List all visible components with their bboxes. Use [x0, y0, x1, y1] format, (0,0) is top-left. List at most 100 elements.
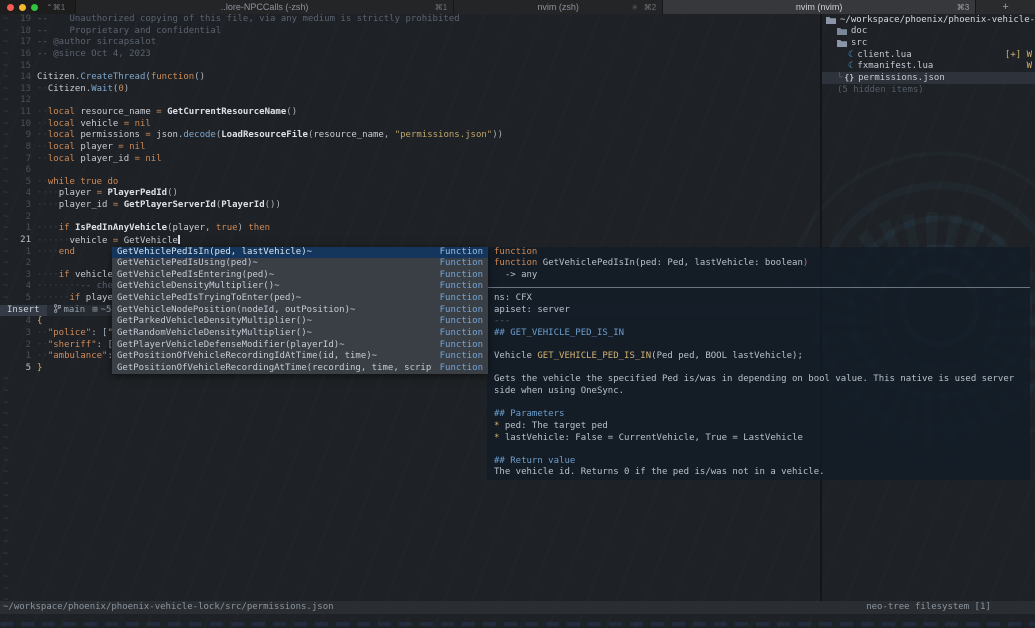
empty-line-marker: ~	[0, 491, 12, 503]
completion-item[interactable]: GetVehicleDensityMultiplier()~Function	[112, 281, 488, 293]
empty-line-marker: ~	[0, 165, 12, 177]
code-segment: local	[48, 130, 75, 140]
code-line[interactable]: ~12	[0, 95, 820, 107]
code-line[interactable]: ~10··local vehicle = nil	[0, 119, 820, 131]
new-tab-button[interactable]: +	[975, 0, 1035, 14]
code-segment: if	[59, 223, 70, 233]
completion-item[interactable]: GetPlayerVehicleDefenseModifier(playerId…	[112, 340, 488, 352]
completion-item[interactable]: GetVehiclePedIsTryingToEnter(ped)~Functi…	[112, 293, 488, 305]
completion-label: GetPositionOfVehicleRecordingAtTime(reco…	[117, 363, 432, 375]
line-text: ··local vehicle = nil	[31, 119, 820, 131]
empty-line[interactable]: ~	[0, 560, 820, 572]
code-line[interactable]: ~17-- @author sircapsalot	[0, 37, 820, 49]
code-line[interactable]: ~19-- Unauthorized copying of this file,…	[0, 14, 820, 26]
code-segment: ····	[37, 247, 59, 257]
code-line[interactable]: ~7··local player_id = nil	[0, 154, 820, 166]
code-line[interactable]: ~3····player_id = GetPlayerServerId(Play…	[0, 200, 820, 212]
code-line[interactable]: ~14Citizen.CreateThread(function()	[0, 72, 820, 84]
completion-item[interactable]: GetVehiclePedIsIn(ped, lastVehicle)~Func…	[112, 247, 488, 259]
doc-line: The vehicle id. Returns 0 if the ped is/…	[487, 467, 1030, 479]
tab-shortcut: ⌘3	[957, 3, 969, 12]
tab-nvim-nvim-active[interactable]: nvim (nvim) ⌘3	[662, 0, 975, 14]
code-line[interactable]: ~5··while true do	[0, 177, 820, 189]
code-segment: resource_name	[75, 107, 156, 117]
empty-line[interactable]: ~	[0, 526, 820, 538]
completion-item[interactable]: GetVehicleNodePosition(nodeId, outPositi…	[112, 305, 488, 317]
code-segment: nil	[129, 142, 145, 152]
tab-shortcut: ⌘2	[644, 3, 656, 12]
completion-item[interactable]: GetPositionOfVehicleRecordingIdAtTime(id…	[112, 351, 488, 363]
line-number: 21	[12, 235, 31, 247]
code-line[interactable]: ~4····player = PlayerPedId()	[0, 188, 820, 200]
completion-label: GetPositionOfVehicleRecordingIdAtTime(id…	[117, 351, 432, 363]
empty-line[interactable]: ~	[0, 584, 820, 596]
line-text	[31, 212, 820, 224]
completion-item[interactable]: GetRandomVehicleDensityMultiplier()~Func…	[112, 328, 488, 340]
empty-line[interactable]: ~	[0, 537, 820, 549]
close-window-button[interactable]	[7, 4, 14, 11]
code-line[interactable]: ~15	[0, 61, 820, 73]
code-segment: *	[494, 421, 505, 431]
empty-line[interactable]: ~	[0, 514, 820, 526]
code-segment: Citizen	[48, 84, 86, 94]
line-text: -- Proprietary and confidential	[31, 26, 820, 38]
empty-line-marker: ~	[0, 398, 12, 410]
code-segment: ····	[37, 200, 59, 210]
completion-item[interactable]: GetVehiclePedIsEntering(ped)~Function	[112, 270, 488, 282]
code-line[interactable]: ~16-- @since Oct 4, 2023	[0, 49, 820, 61]
empty-line[interactable]: ~	[0, 491, 820, 503]
minimize-window-button[interactable]	[19, 4, 26, 11]
tree-item[interactable]: ☾fxmanifest.luaW	[822, 61, 1035, 73]
code-segment: local	[48, 142, 75, 152]
code-segment: (Ped ped, BOOL lastVehicle);	[651, 351, 803, 361]
tree-item[interactable]: doc	[822, 26, 1035, 38]
tree-item[interactable]: └{}permissions.json	[822, 72, 1035, 84]
tree-item-label: client.lua	[857, 50, 1004, 60]
completion-label: GetVehiclePedIsIn(ped, lastVehicle)~	[117, 247, 432, 259]
line-number	[12, 444, 31, 456]
code-segment: Vehicle	[494, 351, 537, 361]
empty-line[interactable]: ~	[0, 479, 820, 491]
line-number	[12, 398, 31, 410]
completion-item[interactable]: GetPositionOfVehicleRecordingAtTime(reco…	[112, 363, 488, 375]
line-number: 8	[12, 142, 31, 154]
empty-line[interactable]: ~	[0, 502, 820, 514]
code-line[interactable]: ~11··local resource_name = GetCurrentRes…	[0, 107, 820, 119]
folder-open-icon	[826, 16, 836, 24]
code-line[interactable]: ~21······vehicle = GetVehicle	[0, 235, 820, 247]
code-segment: end	[59, 247, 75, 257]
completion-label: GetVehicleNodePosition(nodeId, outPositi…	[117, 305, 432, 317]
code-segment: PlayerId	[221, 200, 264, 210]
code-line[interactable]: ~13··Citizen.Wait(0)	[0, 84, 820, 96]
command-line[interactable]	[0, 614, 1035, 628]
code-segment: ··	[37, 340, 48, 350]
empty-line[interactable]: ~	[0, 549, 820, 561]
code-line[interactable]: ~18-- Proprietary and confidential	[0, 26, 820, 38]
zoom-window-button[interactable]	[31, 4, 38, 11]
tab-lore-npccalls[interactable]: ..lore-NPCCalls (-zsh) ⌘1	[75, 0, 453, 14]
code-line[interactable]: ~2	[0, 212, 820, 224]
tree-item[interactable]: (5 hidden items)	[822, 84, 1035, 96]
code-line[interactable]: ~1····if IsPedInAnyVehicle(player, true)…	[0, 223, 820, 235]
line-number: 11	[12, 107, 31, 119]
code-segment: function	[494, 247, 537, 257]
code-segment: ····	[37, 270, 59, 280]
code-line[interactable]: ~8··local player = nil	[0, 142, 820, 154]
empty-line-marker: ~	[0, 258, 12, 270]
tree-item[interactable]: ~/workspace/phoenix/phoenix-vehicle-lock	[822, 14, 1035, 26]
empty-line-marker: ~	[0, 537, 12, 549]
tree-item[interactable]: ☾client.lua[+] W	[822, 49, 1035, 61]
line-number: 5	[12, 293, 31, 305]
empty-line[interactable]: ~	[0, 572, 820, 584]
code-segment: permissions	[75, 130, 145, 140]
diff-icon: ⊞	[92, 305, 97, 315]
code-line[interactable]: ~9··local permissions = json.decode(Load…	[0, 130, 820, 142]
neo-tree-statusbar: neo-tree filesystem [1]	[822, 601, 1035, 614]
code-line[interactable]: ~6	[0, 165, 820, 177]
tab-nvim-zsh[interactable]: nvim (zsh) ✳ ⌘2	[453, 0, 662, 14]
completion-item[interactable]: GetParkedVehicleDensityMultiplier()~Func…	[112, 316, 488, 328]
completion-popup[interactable]: GetVehiclePedIsIn(ped, lastVehicle)~Func…	[112, 247, 488, 375]
completion-item[interactable]: GetVehiclePedIsUsing(ped)~Function	[112, 258, 488, 270]
tree-item[interactable]: src	[822, 37, 1035, 49]
line-number: 19	[12, 14, 31, 26]
